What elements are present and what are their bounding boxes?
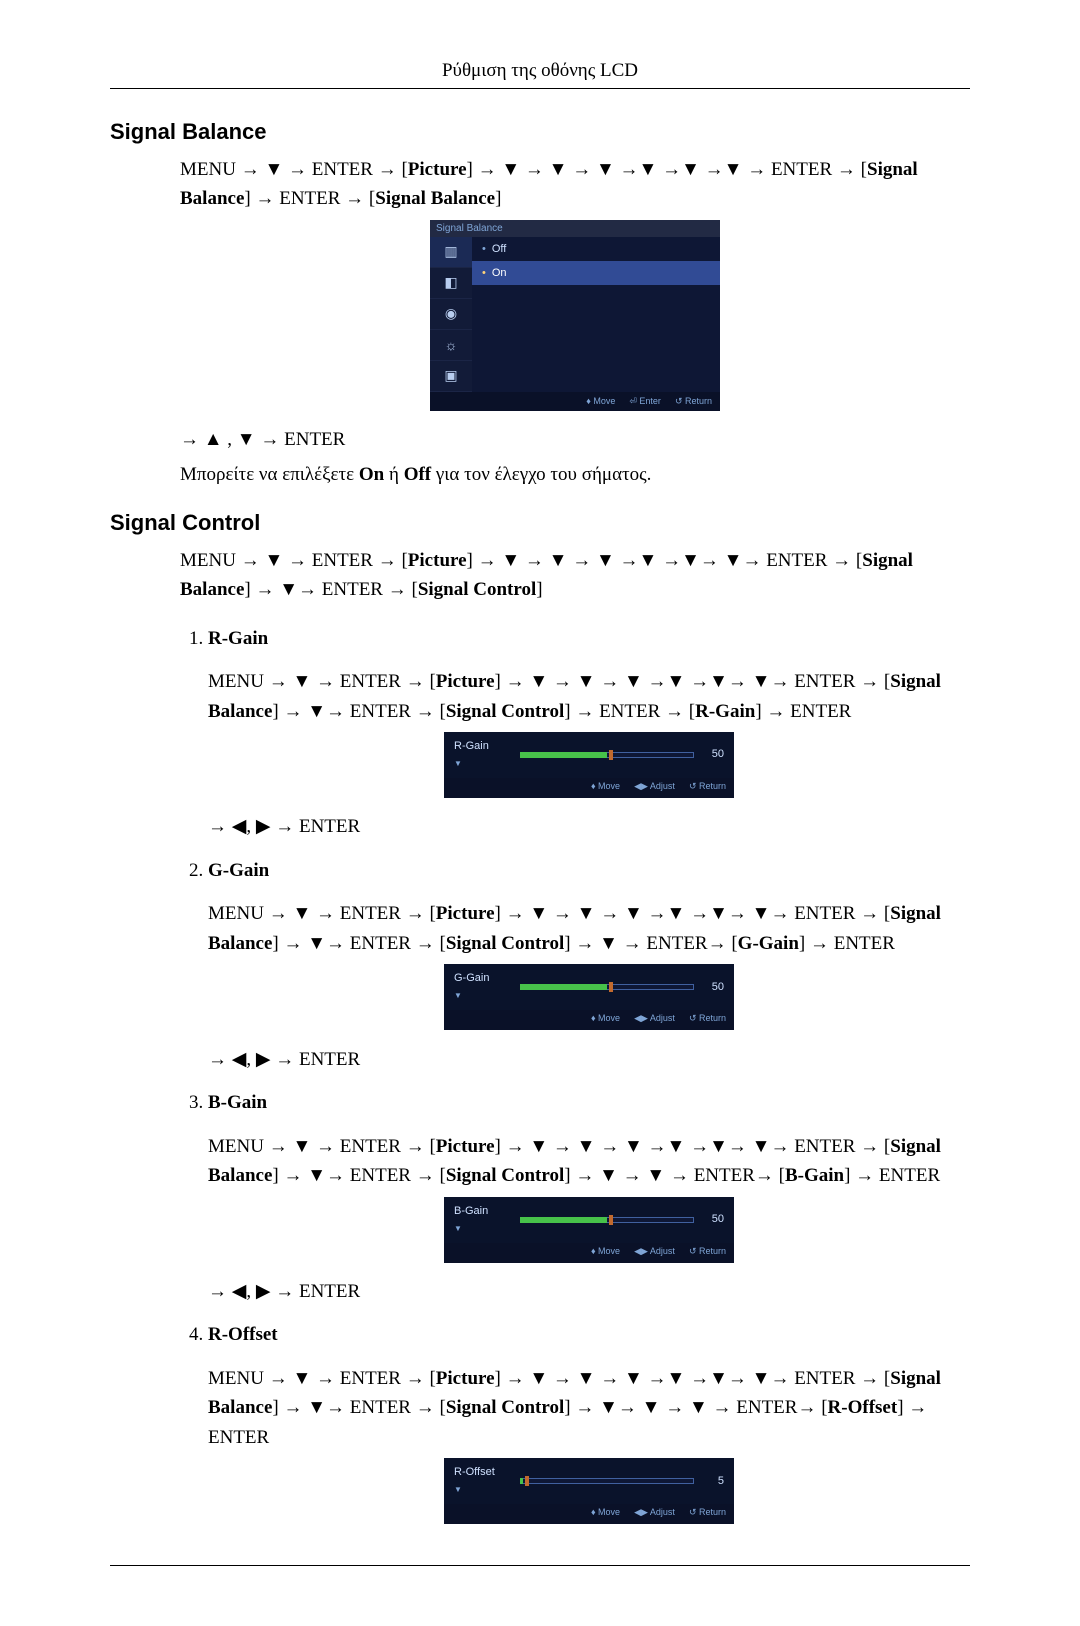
item-nav-after: → ◀, ▶ → ENTER bbox=[208, 1277, 970, 1306]
osd-icon-column: ▥ ◧ ◉ ☼ ▣ bbox=[430, 237, 472, 392]
osd-footer-adjust: ◀▶ Adjust bbox=[634, 780, 675, 794]
item-title: R-Offset bbox=[208, 1324, 278, 1345]
signal-control-path: MENU → ▼ → ENTER → [Picture] → ▼ → ▼ → ▼… bbox=[180, 546, 970, 605]
section-signal-balance: Signal Balance bbox=[110, 119, 970, 145]
osd-multi-icon: ▣ bbox=[430, 361, 472, 392]
osd-slider-wrap: R-Gain▼ 50 ♦ Move ◀▶ Adjust ↺ Return bbox=[208, 732, 970, 799]
osd-footer-adjust: ◀▶ Adjust bbox=[634, 1012, 675, 1026]
item-path: MENU → ▼ → ENTER → [Picture] → ▼ → ▼ → ▼… bbox=[208, 667, 970, 726]
list-item: R-Offset MENU → ▼ → ENTER → [Picture] → … bbox=[208, 1320, 970, 1524]
osd-option-on: On bbox=[472, 261, 720, 285]
triangle-down-icon: ▼ bbox=[454, 991, 462, 1000]
signal-balance-note: Μπορείτε να επιλέξετε On ή Off για τον έ… bbox=[180, 460, 970, 489]
item-title: G-Gain bbox=[208, 860, 269, 881]
triangle-down-icon: ▼ bbox=[454, 1485, 462, 1494]
divider bbox=[110, 88, 970, 89]
return-icon: ↺ bbox=[675, 396, 685, 406]
osd-slider-bar bbox=[514, 982, 700, 992]
page: Ρύθμιση της οθόνης LCD Signal Balance ME… bbox=[0, 0, 1080, 1626]
osd-slider-label: R-Gain▼ bbox=[454, 738, 514, 772]
osd-footer-move: ♦ Move bbox=[591, 1506, 620, 1520]
osd-slider-value: 5 bbox=[700, 1473, 724, 1490]
osd-footer-enter: ⏎ Enter bbox=[629, 396, 661, 407]
osd-footer-return: ↺ Return bbox=[689, 1012, 726, 1026]
osd-slider-wrap: G-Gain▼ 50 ♦ Move ◀▶ Adjust ↺ Return bbox=[208, 964, 970, 1031]
osd-options: Off On bbox=[472, 237, 720, 392]
item-path: MENU → ▼ → ENTER → [Picture] → ▼ → ▼ → ▼… bbox=[208, 1132, 970, 1191]
osd-slider-value: 50 bbox=[700, 746, 724, 763]
list-item: G-Gain MENU → ▼ → ENTER → [Picture] → ▼ … bbox=[208, 856, 970, 1074]
osd-footer-return: ↺ Return bbox=[689, 1506, 726, 1520]
osd-footer-return: ↺ Return bbox=[689, 1245, 726, 1259]
item-title: B-Gain bbox=[208, 1092, 267, 1113]
divider-bottom bbox=[110, 1565, 970, 1566]
osd-footer-move: ♦ Move bbox=[591, 1012, 620, 1026]
item-nav-after: → ◀, ▶ → ENTER bbox=[208, 812, 970, 841]
osd-slider-label: B-Gain▼ bbox=[454, 1203, 514, 1237]
item-path: MENU → ▼ → ENTER → [Picture] → ▼ → ▼ → ▼… bbox=[208, 899, 970, 958]
osd-slider-wrap: R-Offset▼ 5 ♦ Move ◀▶ Adjust ↺ Return bbox=[208, 1458, 970, 1525]
osd-footer-adjust: ◀▶ Adjust bbox=[634, 1506, 675, 1520]
osd-signal-balance: Signal Balance ▥ ◧ ◉ ☼ ▣ Off On ♦ M bbox=[180, 220, 970, 411]
signal-balance-nav-after: → ▲ , ▼ → ENTER bbox=[180, 425, 970, 454]
list-item: R-Gain MENU → ▼ → ENTER → [Picture] → ▼ … bbox=[208, 624, 970, 842]
osd-footer-return: ↺ Return bbox=[675, 396, 712, 407]
triangle-down-icon: ▼ bbox=[454, 759, 462, 768]
osd-slider-bar bbox=[514, 1215, 700, 1225]
osd-slider-wrap: B-Gain▼ 50 ♦ Move ◀▶ Adjust ↺ Return bbox=[208, 1197, 970, 1264]
section-signal-control: Signal Control bbox=[110, 510, 970, 536]
osd-footer-adjust: ◀▶ Adjust bbox=[634, 1245, 675, 1259]
item-nav-after: → ◀, ▶ → ENTER bbox=[208, 1045, 970, 1074]
osd-option-off: Off bbox=[472, 237, 720, 261]
signal-balance-path: MENU → ▼ → ENTER → [Picture] → ▼ → ▼ → ▼… bbox=[180, 155, 970, 214]
signal-control-list: R-Gain MENU → ▼ → ENTER → [Picture] → ▼ … bbox=[180, 624, 970, 1525]
osd-slider-value: 50 bbox=[700, 979, 724, 996]
osd-sound-icon: ◉ bbox=[430, 299, 472, 330]
osd-slider-label: R-Offset▼ bbox=[454, 1464, 514, 1498]
osd-footer-return: ↺ Return bbox=[689, 780, 726, 794]
osd-footer-move: ♦ Move bbox=[586, 396, 615, 407]
osd-setup-icon: ☼ bbox=[430, 330, 472, 361]
list-item: B-Gain MENU → ▼ → ENTER → [Picture] → ▼ … bbox=[208, 1088, 970, 1306]
item-path: MENU → ▼ → ENTER → [Picture] → ▼ → ▼ → ▼… bbox=[208, 1364, 970, 1452]
osd-slider-value: 50 bbox=[700, 1211, 724, 1228]
osd-title: Signal Balance bbox=[430, 220, 720, 237]
osd-slider-bar bbox=[514, 1476, 700, 1486]
triangle-down-icon: ▼ bbox=[454, 1224, 462, 1233]
item-title: R-Gain bbox=[208, 628, 268, 649]
page-header: Ρύθμιση της οθόνης LCD bbox=[110, 60, 970, 82]
osd-footer-move: ♦ Move bbox=[591, 780, 620, 794]
enter-icon: ⏎ bbox=[629, 396, 639, 406]
osd-input-icon: ◧ bbox=[430, 268, 472, 299]
osd-footer-move: ♦ Move bbox=[591, 1245, 620, 1259]
osd-slider-label: G-Gain▼ bbox=[454, 970, 514, 1004]
osd-picture-icon: ▥ bbox=[430, 237, 472, 268]
osd-slider-bar bbox=[514, 750, 700, 760]
